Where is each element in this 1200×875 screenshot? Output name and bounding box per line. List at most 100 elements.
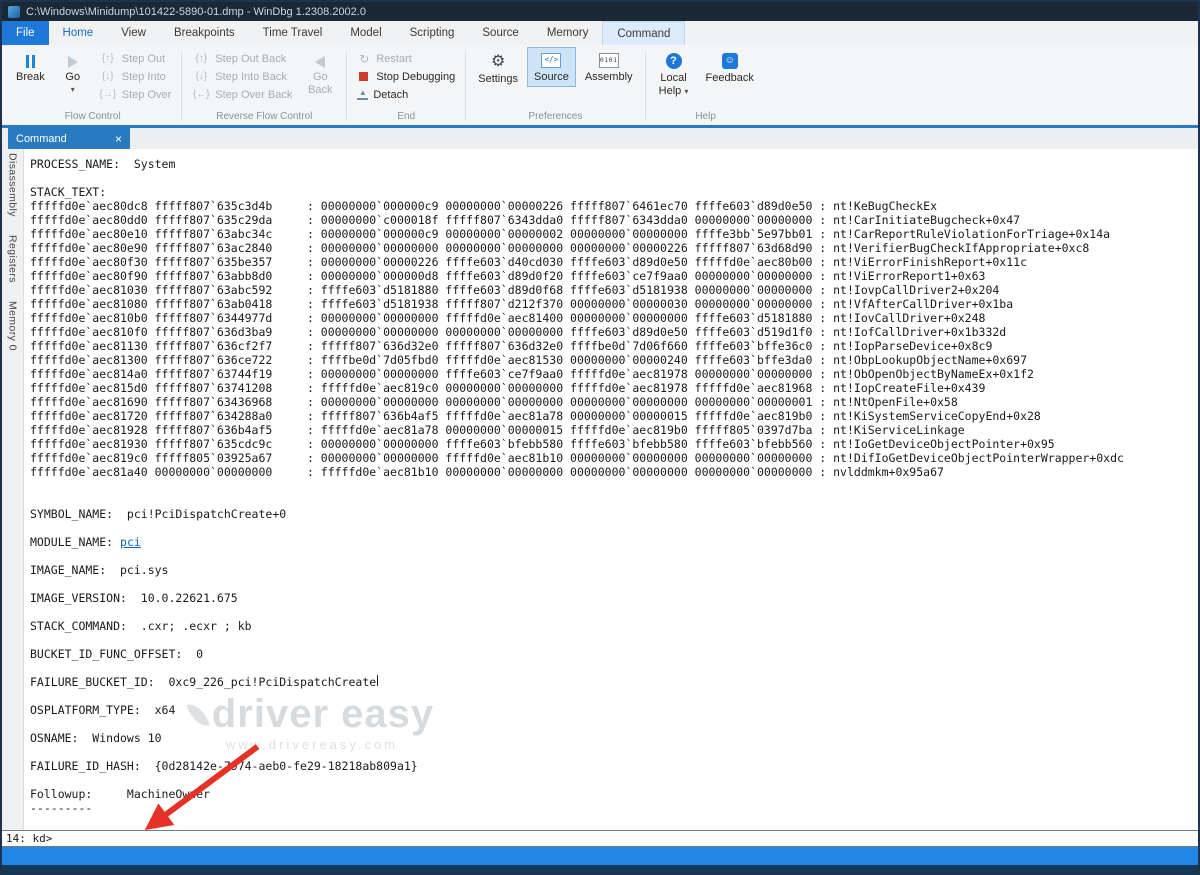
- tab-breakpoints[interactable]: Breakpoints: [160, 21, 249, 45]
- pause-icon: [26, 55, 35, 68]
- kd-prompt: 14: kd>: [6, 832, 52, 845]
- command-output: PROCESS_NAME: System STACK_TEXT: fffffd0…: [24, 149, 1198, 815]
- ribbon-group-help: ? Local Help ▾ ☺ Feedback Help: [648, 47, 764, 125]
- panel-tab-memory-0[interactable]: Memory 0: [7, 301, 19, 351]
- ribbon-tab-bar: File Home View Breakpoints Time Travel M…: [2, 21, 1198, 45]
- step-into-back-button[interactable]: {↓} Step Into Back: [187, 68, 297, 85]
- group-label-preferences: Preferences: [471, 109, 639, 125]
- source-mode-button[interactable]: </> Source: [527, 47, 576, 87]
- ribbon: Break Go ▾ {↑} Step Out {↓} Step Into: [2, 45, 1198, 125]
- tab-model[interactable]: Model: [336, 21, 395, 45]
- restart-icon: ↻: [357, 52, 371, 66]
- window-bottom-edge: [2, 865, 1198, 873]
- restart-button[interactable]: ↻ Restart: [352, 50, 460, 67]
- command-input[interactable]: [56, 832, 1198, 846]
- group-separator: [346, 51, 347, 121]
- output-text-middle: IMAGE_NAME: pci.sys IMAGE_VERSION: 10.0.…: [30, 563, 376, 689]
- close-icon[interactable]: ×: [115, 133, 122, 145]
- chevron-down-icon: ▾: [684, 87, 688, 96]
- step-out-back-label: Step Out Back: [215, 53, 286, 65]
- local-help-button[interactable]: ? Local Help ▾: [651, 47, 697, 100]
- group-label-help: Help: [651, 109, 761, 125]
- detach-button[interactable]: ▲ Detach: [352, 86, 460, 103]
- group-label-reverse-flow-control: Reverse Flow Control: [187, 109, 341, 125]
- main-body: Disassembly Registers Memory 0 PROCESS_N…: [2, 149, 1198, 830]
- tab-home[interactable]: Home: [49, 21, 108, 45]
- step-over-back-button[interactable]: {←} Step Over Back: [187, 86, 297, 103]
- stop-debugging-label: Stop Debugging: [376, 71, 455, 83]
- step-into-icon: {↓}: [99, 71, 117, 82]
- restart-label: Restart: [376, 53, 411, 65]
- go-back-label: Go Back: [306, 71, 334, 96]
- ribbon-group-end: ↻ Restart Stop Debugging ▲ Detach End: [349, 47, 463, 125]
- group-separator: [181, 51, 182, 121]
- eject-icon: ▲: [357, 89, 368, 100]
- step-into-label: Step Into: [122, 71, 166, 83]
- ribbon-group-flow-control: Break Go ▾ {↑} Step Out {↓} Step Into: [6, 47, 179, 125]
- windbg-app-icon: [8, 6, 20, 18]
- text-cursor: [377, 675, 378, 686]
- step-into-back-label: Step Into Back: [215, 71, 287, 83]
- command-window-tab[interactable]: Command ×: [8, 128, 130, 149]
- detach-label: Detach: [373, 89, 408, 101]
- tab-file[interactable]: File: [2, 21, 49, 45]
- group-label-end: End: [352, 109, 460, 125]
- step-over-back-label: Step Over Back: [215, 89, 292, 101]
- tab-view[interactable]: View: [107, 21, 160, 45]
- panel-tab-disassembly[interactable]: Disassembly: [7, 153, 19, 217]
- step-out-button[interactable]: {↑} Step Out: [94, 50, 177, 67]
- step-out-icon: {↑}: [99, 53, 117, 64]
- step-into-button[interactable]: {↓} Step Into: [94, 68, 177, 85]
- chevron-down-icon: ▾: [71, 85, 75, 94]
- feedback-button[interactable]: ☺ Feedback: [699, 47, 761, 88]
- break-label: Break: [16, 71, 45, 84]
- settings-button[interactable]: ⚙ Settings: [471, 47, 525, 89]
- stop-debugging-button[interactable]: Stop Debugging: [352, 68, 460, 85]
- tab-memory[interactable]: Memory: [533, 21, 603, 45]
- command-input-row: 14: kd>: [2, 830, 1198, 847]
- ribbon-group-reverse-flow-control: {↑} Step Out Back {↓} Step Into Back {←}…: [184, 47, 344, 125]
- assembly-icon: 0101: [599, 53, 619, 68]
- group-separator: [465, 51, 466, 121]
- step-out-back-icon: {↑}: [192, 53, 210, 64]
- feedback-icon: ☺: [722, 53, 738, 69]
- tab-source[interactable]: Source: [468, 21, 532, 45]
- assembly-mode-button[interactable]: 0101 Assembly: [578, 47, 640, 87]
- windbg-window: C:\Windows\Minidump\101422-5890-01.dmp -…: [0, 0, 1200, 875]
- go-back-button[interactable]: Go Back: [299, 47, 341, 99]
- document-tab-bar: Command ×: [2, 125, 1198, 149]
- output-text-before-link: PROCESS_NAME: System STACK_TEXT: fffffd0…: [30, 157, 1124, 549]
- group-label-flow-control: Flow Control: [9, 109, 176, 125]
- title-bar: C:\Windows\Minidump\101422-5890-01.dmp -…: [2, 2, 1198, 21]
- tab-command[interactable]: Command: [602, 21, 685, 45]
- go-button[interactable]: Go ▾: [54, 47, 92, 97]
- panel-tab-registers[interactable]: Registers: [7, 235, 19, 283]
- play-back-icon: [315, 56, 325, 68]
- group-separator: [645, 51, 646, 121]
- play-icon: [68, 56, 78, 68]
- output-text-after: OSPLATFORM_TYPE: x64 OSNAME: Windows 10 …: [30, 703, 418, 815]
- status-bar: [2, 847, 1198, 865]
- step-over-button[interactable]: {→} Step Over: [94, 86, 177, 103]
- window-title: C:\Windows\Minidump\101422-5890-01.dmp -…: [26, 6, 366, 18]
- local-help-label: Local Help ▾: [658, 72, 690, 97]
- assembly-mode-label: Assembly: [585, 71, 633, 84]
- module-name-link[interactable]: pci: [120, 535, 141, 549]
- command-tab-label: Command: [16, 133, 67, 145]
- step-out-label: Step Out: [122, 53, 165, 65]
- step-over-icon: {→}: [99, 89, 117, 100]
- step-out-back-button[interactable]: {↑} Step Out Back: [187, 50, 297, 67]
- break-button[interactable]: Break: [9, 47, 52, 87]
- docked-panel-strip: Disassembly Registers Memory 0: [2, 149, 24, 830]
- gear-icon: ⚙: [491, 54, 505, 70]
- step-into-back-icon: {↓}: [192, 71, 210, 82]
- go-label: Go: [65, 71, 80, 84]
- tab-time-travel[interactable]: Time Travel: [249, 21, 337, 45]
- step-over-back-icon: {←}: [192, 89, 210, 100]
- feedback-label: Feedback: [706, 72, 754, 85]
- command-output-area: PROCESS_NAME: System STACK_TEXT: fffffd0…: [24, 149, 1198, 830]
- question-mark-icon: ?: [666, 53, 682, 69]
- ribbon-group-preferences: ⚙ Settings </> Source 0101 Assembly Pref…: [468, 47, 642, 125]
- tab-scripting[interactable]: Scripting: [396, 21, 469, 45]
- source-code-icon: </>: [541, 53, 561, 68]
